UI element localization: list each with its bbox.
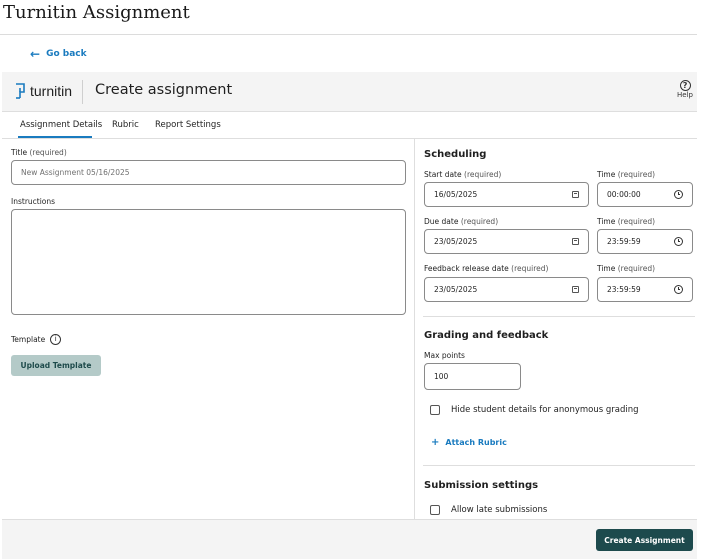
title-input[interactable]: New Assignment 05/16/2025	[11, 160, 406, 185]
header-title: Create assignment	[95, 82, 233, 98]
assignment-app: turnitin Create assignment ? Help Assign…	[2, 72, 697, 559]
title-divider	[0, 34, 697, 35]
clock-icon[interactable]	[674, 285, 683, 294]
feedback-time-required: (required)	[617, 264, 656, 273]
submission-heading: Submission settings	[424, 480, 539, 491]
calendar-icon[interactable]	[572, 238, 579, 245]
assignment-details-panel: Title (required) New Assignment 05/16/20…	[2, 139, 414, 519]
start-date-required: (required)	[464, 170, 502, 179]
start-date-label-text: Start date	[424, 170, 462, 179]
go-back-link[interactable]: ← Go back	[30, 48, 87, 60]
start-date-label: Start date (required)	[424, 170, 501, 179]
due-time-required: (required)	[617, 217, 656, 226]
instructions-textarea[interactable]	[11, 209, 406, 315]
page-title: Turnitin Assignment	[3, 2, 190, 23]
due-time-label: Time (required)	[597, 217, 655, 226]
attach-rubric-link[interactable]: + Attach Rubric	[431, 437, 507, 448]
template-label-text: Template	[11, 335, 46, 344]
app-header: turnitin Create assignment ? Help	[2, 72, 697, 112]
template-label: Template i	[11, 334, 62, 345]
anonymous-grading-option[interactable]: Hide student details for anonymous gradi…	[430, 405, 639, 415]
instructions-label: Instructions	[11, 197, 56, 206]
tab-rubric[interactable]: Rubric	[112, 120, 139, 130]
feedback-time-value: 23:59:59	[607, 285, 641, 294]
active-tab-indicator	[18, 136, 92, 138]
feedback-time-label-text: Time	[597, 264, 616, 273]
create-assignment-button[interactable]: Create Assignment	[596, 529, 693, 551]
allow-late-checkbox[interactable]	[430, 505, 440, 515]
feedback-time-label: Time (required)	[597, 264, 655, 273]
plus-icon: +	[431, 437, 440, 448]
title-label-text: Title	[11, 148, 28, 157]
tab-assignment-details[interactable]: Assignment Details	[20, 120, 102, 130]
feedback-time-input[interactable]: 23:59:59	[597, 277, 693, 302]
start-time-label-text: Time	[597, 170, 616, 179]
help-button[interactable]: ? Help	[677, 80, 693, 99]
scheduling-heading: Scheduling	[424, 149, 487, 160]
turnitin-logo: turnitin	[14, 83, 72, 99]
feedback-date-value: 23/05/2025	[434, 285, 478, 294]
footer-bar: Create Assignment	[2, 519, 697, 559]
section-divider	[423, 316, 695, 317]
feedback-date-required: (required)	[511, 264, 549, 273]
start-date-input[interactable]: 16/05/2025	[424, 182, 589, 207]
start-date-value: 16/05/2025	[434, 190, 478, 199]
due-date-required: (required)	[460, 217, 499, 226]
grading-heading: Grading and feedback	[424, 330, 549, 341]
anonymous-grading-label: Hide student details for anonymous gradi…	[451, 405, 639, 415]
max-points-input[interactable]: 100	[424, 363, 521, 390]
help-icon: ?	[679, 80, 691, 91]
tab-bar: Assignment Details Rubric Report Setting…	[2, 112, 697, 139]
max-points-label: Max points	[424, 351, 465, 360]
due-date-label: Due date (required)	[424, 217, 498, 226]
upload-template-button[interactable]: Upload Template	[11, 355, 101, 376]
title-label: Title (required)	[11, 148, 67, 157]
allow-late-label: Allow late submissions	[451, 505, 548, 515]
start-time-input[interactable]: 00:00:00	[597, 182, 693, 207]
go-back-label: Go back	[46, 49, 87, 59]
start-time-label: Time (required)	[597, 170, 655, 179]
start-time-value: 00:00:00	[607, 190, 641, 199]
attach-rubric-label: Attach Rubric	[445, 438, 507, 447]
due-date-value: 23/05/2025	[434, 237, 478, 246]
header-divider	[82, 80, 83, 104]
feedback-date-input[interactable]: 23/05/2025	[424, 277, 589, 302]
due-time-input[interactable]: 23:59:59	[597, 229, 693, 254]
settings-panel: Scheduling Start date (required) 16/05/2…	[415, 139, 697, 519]
clock-icon[interactable]	[674, 237, 683, 246]
start-time-required: (required)	[617, 170, 656, 179]
due-time-value: 23:59:59	[607, 237, 641, 246]
info-icon[interactable]: i	[50, 334, 62, 345]
calendar-icon[interactable]	[572, 191, 579, 198]
feedback-date-label: Feedback release date (required)	[424, 264, 548, 273]
tab-report-settings[interactable]: Report Settings	[155, 120, 221, 130]
help-label: Help	[677, 91, 693, 99]
anonymous-grading-checkbox[interactable]	[430, 405, 440, 415]
turnitin-logo-icon	[14, 83, 26, 99]
title-required: (required)	[29, 148, 67, 157]
due-date-input[interactable]: 23/05/2025	[424, 229, 589, 254]
due-date-label-text: Due date	[424, 217, 459, 226]
clock-icon[interactable]	[674, 190, 683, 199]
due-time-label-text: Time	[597, 217, 616, 226]
calendar-icon[interactable]	[572, 286, 579, 293]
feedback-date-label-text: Feedback release date	[424, 264, 509, 273]
section-divider	[423, 465, 695, 466]
logo-text: turnitin	[30, 83, 73, 99]
arrow-left-icon: ←	[30, 47, 41, 61]
allow-late-option[interactable]: Allow late submissions	[430, 505, 547, 515]
